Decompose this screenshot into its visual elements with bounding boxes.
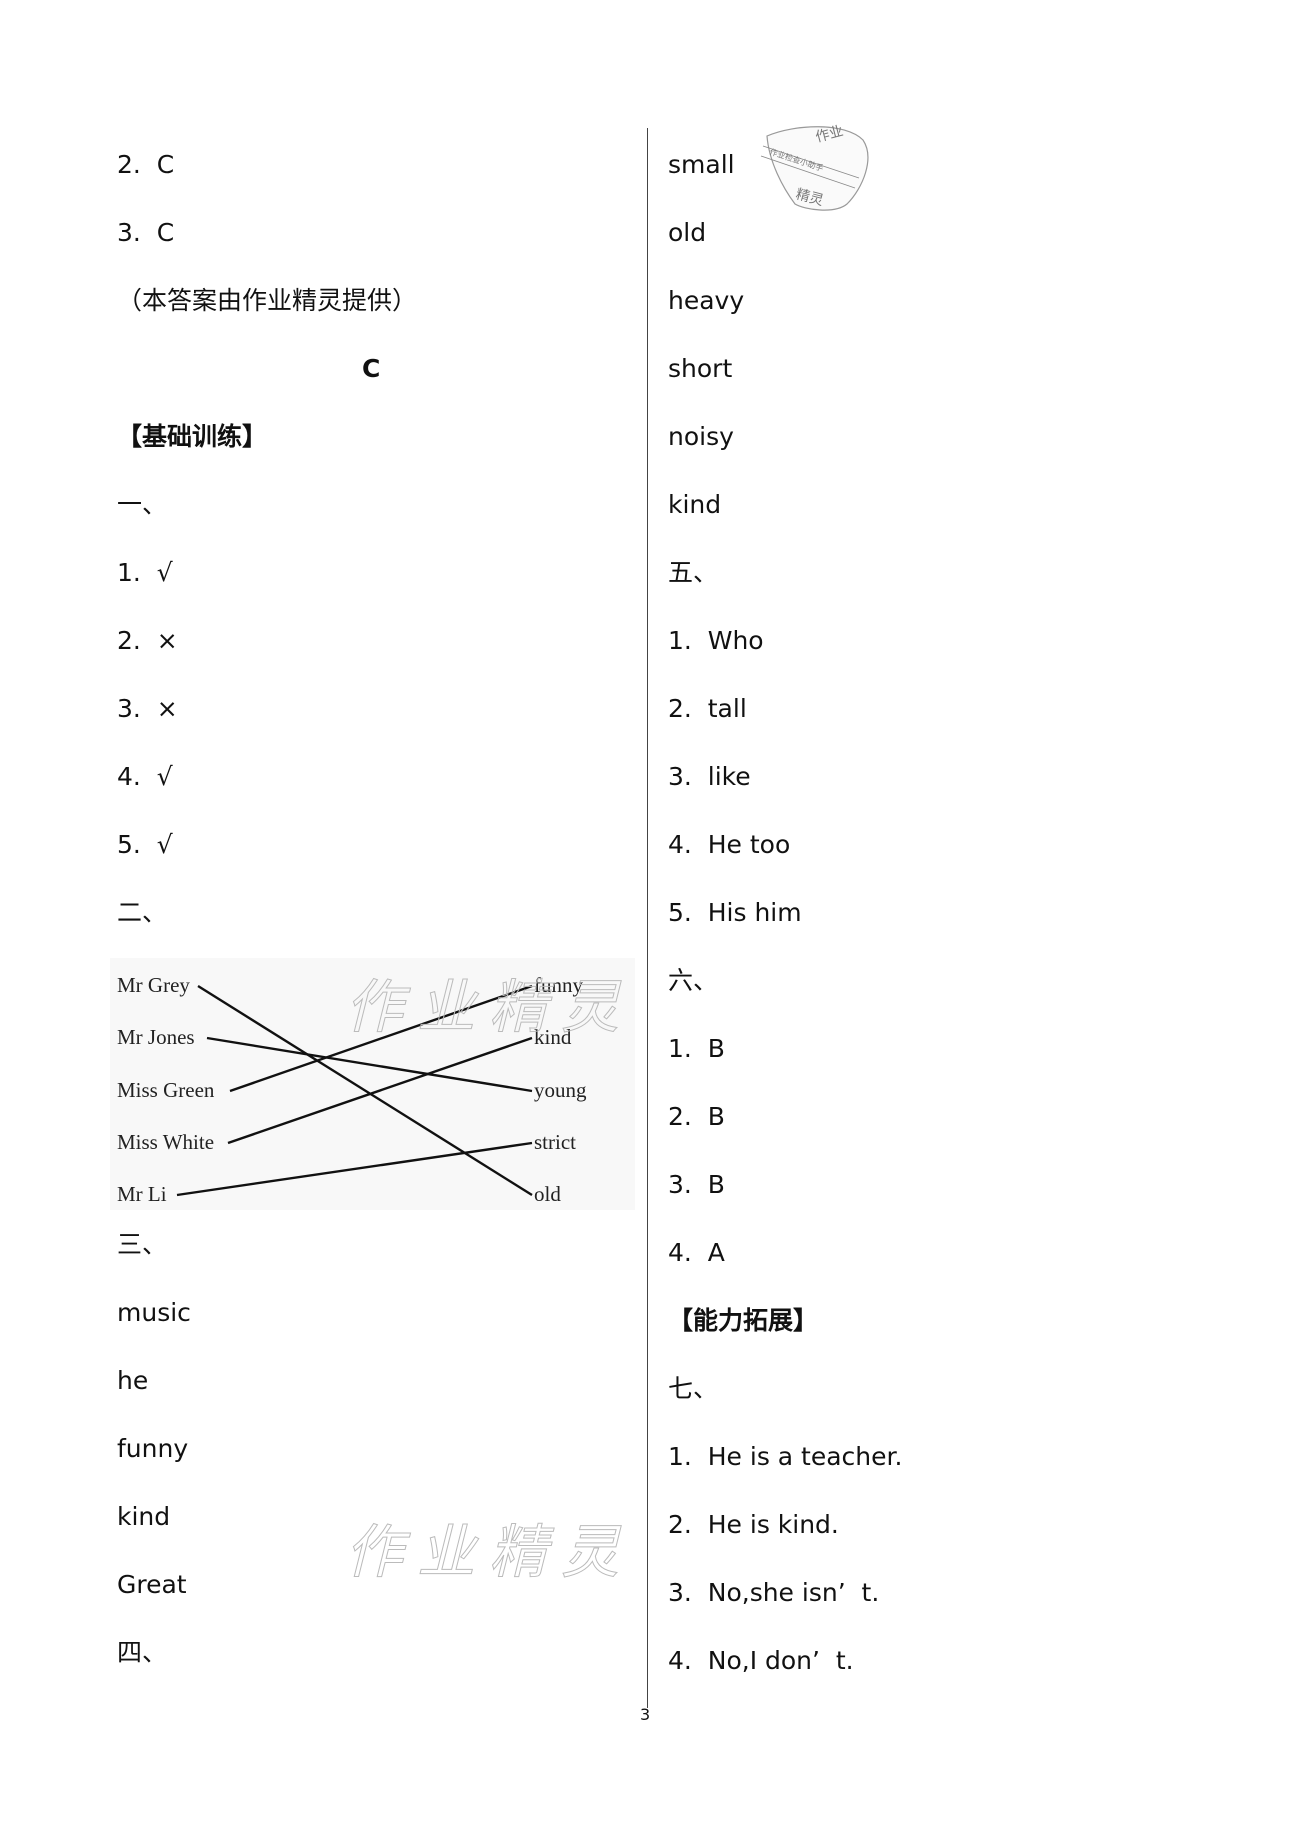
answer-line: 2. He is kind. [668,1510,839,1539]
left-label: Miss Green [117,1078,215,1102]
answer-line: 3. × [117,694,178,723]
answer-line: 2. × [117,626,178,655]
answer-line: old [668,218,707,247]
stamp-icon: 作业 作业检查小助手 精灵 [760,123,869,211]
answer-line: funny [117,1434,189,1463]
page-number: 3 [640,1705,651,1724]
answer-line: 3. B [668,1170,725,1199]
answer-line: kind [117,1502,171,1531]
column-divider [647,128,648,1708]
answer-line: 1. He is a teacher. [668,1442,903,1471]
answer-line: 六、 [668,966,719,995]
answer-line: kind [668,490,722,519]
right-label: old [534,1182,561,1206]
answer-line: Great [117,1570,187,1599]
answer-line: noisy [668,422,734,451]
answer-line: 3. C [117,218,175,247]
match-line [227,1036,533,1145]
answer-line: C [362,354,381,383]
answer-line: heavy [668,286,745,315]
left-label: Miss White [117,1130,214,1154]
answer-line: 1. Who [668,626,764,655]
answer-line: 4. √ [117,762,173,791]
answer-line: 5. His him [668,898,802,927]
answer-line: short [668,354,733,383]
watermark-text: 作业精灵 [344,973,634,1042]
answer-line: small [668,150,735,179]
left-label: Mr Jones [117,1025,195,1049]
answer-line: 三、 [117,1230,168,1259]
right-label: young [534,1078,587,1102]
answer-line: （本答案由作业精灵提供） [117,286,418,315]
answer-line: 1. √ [117,558,173,587]
right-label: strict [534,1130,576,1154]
answer-line: 3. like [668,762,751,791]
match-line [176,1141,533,1197]
answer-line: 4. A [668,1238,725,1267]
answer-line: 2. C [117,150,175,179]
answer-line: 5. √ [117,830,173,859]
answer-line: 4. No,I don’ t. [668,1646,854,1675]
left-label: Mr Grey [117,973,190,997]
left-label: Mr Li [117,1182,167,1206]
answer-line: 【能力拓展】 [668,1306,819,1335]
answer-line: 1. B [668,1034,725,1063]
answer-line: 二、 [117,898,168,927]
answer-line: he [117,1366,149,1395]
answer-line: 2. tall [668,694,747,723]
answer-line: 七、 [668,1374,719,1403]
answer-line: 【基础训练】 [117,422,268,451]
answer-line: 一、 [117,490,168,519]
answer-line: music [117,1298,191,1327]
answer-line: 3. No,she isn’ t. [668,1578,880,1607]
answer-line: 4. He too [668,830,791,859]
answer-line: 五、 [668,558,719,587]
answer-line: 2. B [668,1102,725,1131]
watermark-text: 作业精灵 [344,1518,634,1587]
answer-line: 四、 [117,1638,168,1667]
